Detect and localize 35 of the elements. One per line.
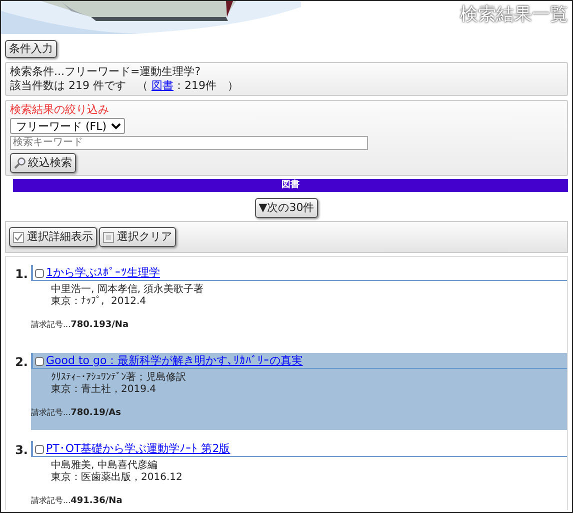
publication-info: 東京：ﾅｯﾌﾟ，2012.4 [51, 296, 147, 308]
clear-selection-button[interactable]: 選択クリア [99, 227, 176, 247]
call-number: 請求記号...780.19/As [31, 408, 121, 418]
authors: 中里浩一, 岡本孝信, 須永美歌子著 [51, 284, 205, 296]
book-title-link[interactable]: Good to go：最新科学が解き明かす､ﾘｶﾊﾞﾘｰの真実 [46, 354, 303, 368]
call-number: 請求記号...780.193/Na [31, 320, 129, 330]
category-link[interactable]: 図書 [152, 79, 174, 92]
authors: ｸﾘｽﾃｨｰ･ｱｼｭﾜﾝﾃﾞﾝ著；児島修訳 [51, 372, 187, 384]
publication-info: 東京：医歯薬出版，2016.12 [51, 472, 184, 484]
result-number: 2. [14, 354, 29, 371]
category-count: ：219件 ） [174, 79, 238, 92]
call-number: 請求記号...491.36/Na [31, 496, 122, 506]
show-details-button[interactable]: 選択詳細表示 [9, 227, 97, 247]
book-title-link[interactable]: 1から学ぶｽﾎﾟｰﾂ生理学 [46, 266, 160, 280]
authors: 中島雅美, 中島喜代彦編 [51, 460, 158, 472]
keyword-field[interactable]: 検索キーワード [10, 136, 368, 150]
refine-search-button[interactable]: 絞込検索 [10, 153, 76, 173]
refine-heading: 検索結果の絞り込み [10, 103, 110, 117]
field-select[interactable]: フリーワード (FL) [10, 118, 125, 134]
category-bar: 図書 [13, 179, 568, 192]
book-title-link[interactable]: PT･OT基礎から学ぶ運動学ﾉｰﾄ 第2版 [46, 442, 230, 456]
condition-input-button[interactable]: 条件入力 [5, 40, 57, 58]
page-title: 検索結果一覧 [460, 4, 568, 26]
checkbox-icon [103, 232, 114, 242]
result-number: 1. [14, 266, 29, 283]
next-page-button[interactable]: ▼次の30件 [254, 198, 318, 218]
select-checkbox[interactable] [35, 444, 44, 454]
search-icon [14, 157, 26, 169]
search-condition: 検索条件...フリーワード=運動生理学? [10, 65, 202, 79]
publication-info: 東京：青土社，2019.4 [51, 384, 157, 396]
result-number: 3. [14, 442, 29, 459]
result-count: 該当件数は 219 件です （ [10, 79, 148, 92]
checkbox-icon [13, 232, 24, 242]
select-checkbox[interactable] [35, 268, 44, 278]
select-checkbox[interactable] [35, 356, 44, 366]
